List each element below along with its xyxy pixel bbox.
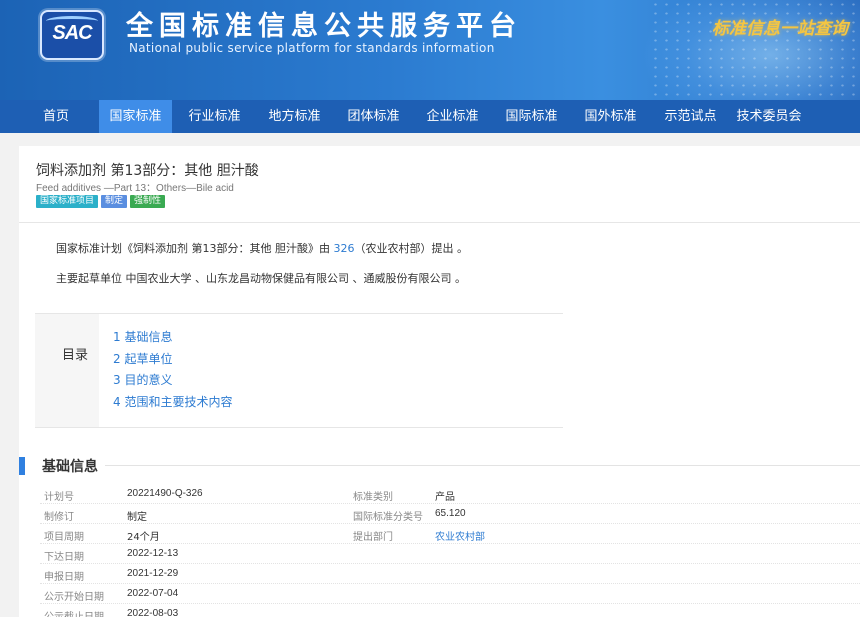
standard-tags: 国家标准项目 制定 强制性: [36, 195, 168, 209]
nav-item-industry-standards[interactable]: 行业标准: [182, 100, 247, 133]
toc-item-scope[interactable]: 4 范围和主要技术内容: [113, 393, 232, 410]
nav-item-demo-pilot[interactable]: 示范试点: [658, 100, 723, 133]
site-subtitle: National public service platform for sta…: [129, 41, 495, 55]
table-of-contents: 目录 1 基础信息 2 起草单位 3 目的意义 4 范围和主要技术内容: [35, 313, 563, 428]
proposer-dept-link[interactable]: 农业农村部: [435, 528, 485, 543]
info-label: 计划号: [44, 492, 74, 503]
logo-text: SAC: [52, 22, 92, 44]
toc-label: 目录: [62, 348, 89, 363]
nav-item-technical-committee[interactable]: 技术委员会: [730, 100, 808, 133]
standard-detail-panel: 饲料添加剂 第13部分：其他 胆汁酸 Feed additives —Part …: [19, 146, 860, 617]
nav-item-group-standards[interactable]: 团体标准: [341, 100, 406, 133]
nav-item-national-standards[interactable]: 国家标准: [99, 100, 172, 133]
nav-item-foreign-standards[interactable]: 国外标准: [578, 100, 643, 133]
toc-item-basic-info[interactable]: 1 基础信息: [113, 328, 172, 345]
intro-text-suffix: （农业农村部）提出 。: [354, 242, 469, 255]
info-row: 公示开始日期 2022-07-04: [40, 584, 860, 604]
tag-formulate: 制定: [101, 195, 128, 208]
info-value: 2022-07-04: [127, 588, 179, 599]
info-value-2: 65.120: [435, 508, 466, 519]
section-accent-bar: [19, 457, 25, 475]
info-label: 下达日期: [44, 552, 84, 563]
intro-text: 国家标准计划《饲料添加剂 第13部分：其他 胆汁酸》由: [56, 242, 334, 255]
nav-item-enterprise-standards[interactable]: 企业标准: [420, 100, 485, 133]
tag-national-project: 国家标准项目: [36, 195, 99, 208]
sac-logo[interactable]: SAC: [40, 10, 104, 60]
info-row: 项目周期 24个月 提出部门 农业农村部: [40, 524, 860, 544]
nav-item-home[interactable]: 首页: [34, 100, 78, 133]
info-row: 申报日期 2021-12-29: [40, 564, 860, 584]
standard-title-en: Feed additives —Part 13：Others—Bile acid: [36, 183, 234, 194]
section-divider: [105, 465, 860, 466]
info-value: 24个月: [127, 532, 160, 543]
main-nav: 首页 国家标准 行业标准 地方标准 团体标准 企业标准 国际标准 国外标准 示范…: [0, 100, 860, 133]
info-row: 下达日期 2022-12-13: [40, 544, 860, 564]
info-label: 申报日期: [44, 572, 84, 583]
tag-mandatory: 强制性: [130, 195, 166, 208]
proposer-code-link[interactable]: 326: [334, 242, 355, 255]
info-value: 2022-12-13: [127, 548, 179, 559]
toc-item-purpose[interactable]: 3 目的意义: [113, 371, 172, 388]
site-header: SAC 全国标准信息公共服务平台 National public service…: [0, 0, 860, 100]
drafters-paragraph: 主要起草单位 中国农业大学 、山东龙昌动物保健品有限公司 、通威股份有限公司 。: [56, 272, 466, 285]
intro-paragraph: 国家标准计划《饲料添加剂 第13部分：其他 胆汁酸》由 326（农业农村部）提出…: [56, 240, 468, 256]
info-row: 制修订 制定 国际标准分类号 65.120: [40, 504, 860, 524]
info-value: 2022-08-03: [127, 608, 179, 617]
standard-title-cn: 饲料添加剂 第13部分：其他 胆汁酸: [36, 163, 259, 179]
info-row: 公示截止日期 2022-08-03: [40, 604, 860, 617]
info-row: 计划号 20221490-Q-326 标准类别 产品: [40, 484, 860, 504]
section-title-basic-info: 基础信息: [42, 459, 98, 475]
divider: [19, 222, 860, 223]
nav-item-local-standards[interactable]: 地方标准: [262, 100, 327, 133]
info-value-2: 产品: [435, 492, 455, 503]
info-label: 项目周期: [44, 532, 84, 543]
info-label: 制修订: [44, 512, 74, 523]
info-label-2: 标准类别: [353, 492, 393, 503]
info-label-2: 提出部门: [353, 532, 393, 543]
site-slogan: 标准信息一站查询: [712, 19, 848, 39]
nav-item-international-standards[interactable]: 国际标准: [499, 100, 564, 133]
info-value: 20221490-Q-326: [127, 488, 203, 499]
toc-side-panel: [35, 314, 99, 427]
toc-item-drafting-units[interactable]: 2 起草单位: [113, 350, 172, 367]
info-label: 公示开始日期: [44, 592, 104, 603]
info-value: 制定: [127, 512, 147, 523]
info-value: 2021-12-29: [127, 568, 179, 579]
site-title: 全国标准信息公共服务平台: [126, 11, 522, 42]
info-label: 公示截止日期: [44, 608, 104, 617]
info-label-2: 国际标准分类号: [353, 512, 423, 523]
